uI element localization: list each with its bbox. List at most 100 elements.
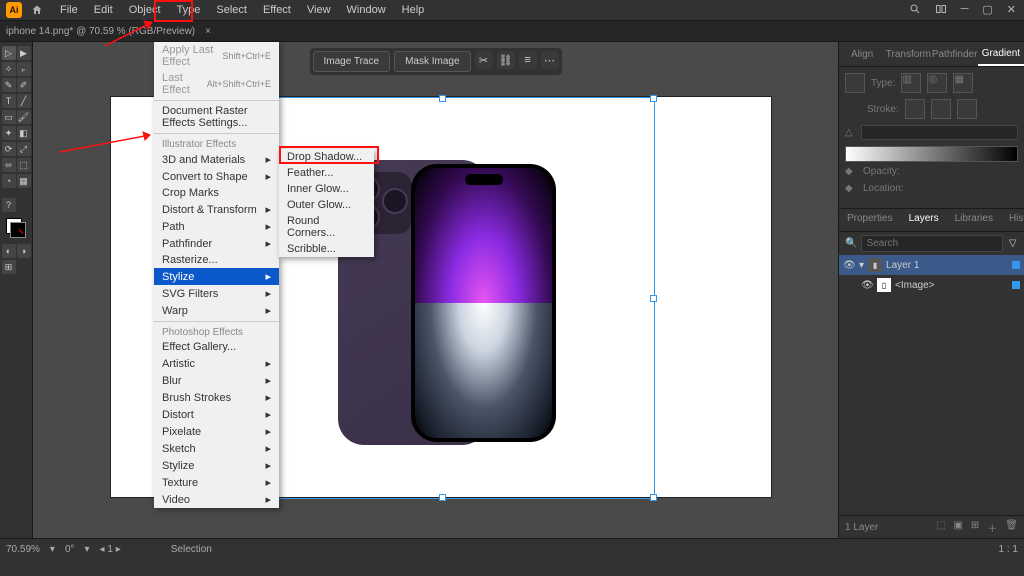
crop-icon[interactable]: ✂ <box>475 51 493 69</box>
layer-row-layer1[interactable]: 👁 ▾ ▮ Layer 1 <box>839 255 1024 275</box>
type-tool[interactable]: T <box>2 94 16 108</box>
radial-gradient-icon[interactable]: ◎ <box>927 73 947 93</box>
menu-path[interactable]: Path▸ <box>154 218 279 235</box>
screen-mode-icon[interactable]: ⊞ <box>2 260 16 274</box>
menu-effect[interactable]: Effect <box>255 1 299 19</box>
submenu-round-corners[interactable]: Round Corners... <box>279 213 374 241</box>
menu-texture[interactable]: Texture▸ <box>154 474 279 491</box>
stroke-grad-3[interactable] <box>957 99 977 119</box>
menu-svg-filters[interactable]: SVG Filters▸ <box>154 285 279 302</box>
tab-history[interactable]: History <box>1001 209 1024 231</box>
mask-image-button[interactable]: Mask Image <box>394 51 470 72</box>
document-tab-title[interactable]: iphone 14.png* @ 70.59 % (RGB/Preview) <box>6 26 195 37</box>
delete-layer-icon[interactable]: 🗑 <box>1005 520 1018 535</box>
menu-blur[interactable]: Blur▸ <box>154 372 279 389</box>
magic-wand-tool[interactable]: ✧ <box>2 62 16 76</box>
stroke-grad-2[interactable] <box>931 99 951 119</box>
gradient-swatch[interactable] <box>845 73 865 93</box>
linear-gradient-icon[interactable]: ▥ <box>901 73 921 93</box>
submenu-scribble[interactable]: Scribble... <box>279 241 374 257</box>
rectangle-tool[interactable]: ▭ <box>2 110 16 124</box>
tab-libraries[interactable]: Libraries <box>947 209 1001 231</box>
expand-icon[interactable]: ▾ <box>859 260 864 271</box>
menu-3d-materials[interactable]: 3D and Materials▸ <box>154 151 279 168</box>
search-icon[interactable] <box>909 3 921 18</box>
shape-builder-tool[interactable]: ◔ <box>2 174 16 188</box>
menu-edit[interactable]: Edit <box>86 1 121 19</box>
scale-tool[interactable]: ⤢ <box>17 142 31 156</box>
tab-properties[interactable]: Properties <box>839 209 901 231</box>
submenu-feather[interactable]: Feather... <box>279 165 374 181</box>
menu-ps-distort[interactable]: Distort▸ <box>154 406 279 423</box>
paintbrush-tool[interactable]: 🖌 <box>17 110 31 124</box>
visibility-icon[interactable]: 👁 <box>861 280 873 291</box>
menu-distort-transform[interactable]: Distort & Transform▸ <box>154 201 279 218</box>
menu-stylize[interactable]: Stylize▸ <box>154 268 279 285</box>
document-tab-close-icon[interactable]: × <box>205 26 211 37</box>
zoom-level[interactable]: 70.59% <box>6 544 40 555</box>
new-layer-icon[interactable]: ＋ <box>987 520 997 535</box>
menu-pixelate[interactable]: Pixelate▸ <box>154 423 279 440</box>
lasso-tool[interactable]: ⟔ <box>17 62 31 76</box>
menu-warp[interactable]: Warp▸ <box>154 302 279 319</box>
menu-type[interactable]: Type <box>169 1 209 19</box>
gradient-ramp[interactable] <box>845 146 1018 162</box>
layer-name[interactable]: <Image> <box>895 280 934 291</box>
tab-layers[interactable]: Layers <box>901 209 947 231</box>
menu-ps-stylize[interactable]: Stylize▸ <box>154 457 279 474</box>
tab-transform[interactable]: Transform <box>885 42 931 66</box>
menu-pathfinder[interactable]: Pathfinder▸ <box>154 235 279 252</box>
stroke-grad-1[interactable] <box>905 99 925 119</box>
curvature-tool[interactable]: ✐ <box>17 78 31 92</box>
menu-file[interactable]: File <box>52 1 86 19</box>
minimize-icon[interactable]: ─ <box>961 3 969 18</box>
more-icon[interactable]: ⋯ <box>541 51 559 69</box>
layers-search-input[interactable] <box>861 235 1003 252</box>
menu-artistic[interactable]: Artistic▸ <box>154 355 279 372</box>
tab-align[interactable]: Align <box>839 42 885 66</box>
selection-tool[interactable]: ▷ <box>2 46 16 60</box>
submenu-drop-shadow[interactable]: Drop Shadow... <box>279 149 374 165</box>
menu-window[interactable]: Window <box>339 1 394 19</box>
menu-rasterize[interactable]: Rasterize... <box>154 252 279 268</box>
locate-icon[interactable]: ⬚ <box>936 520 945 535</box>
direct-selection-tool[interactable]: ▶ <box>17 46 31 60</box>
width-tool[interactable]: ⬄ <box>2 158 16 172</box>
menu-crop-marks[interactable]: Crop Marks <box>154 185 279 201</box>
layer-name[interactable]: Layer 1 <box>886 260 919 271</box>
submenu-outer-glow[interactable]: Outer Glow... <box>279 197 374 213</box>
clip-icon[interactable]: ▣ <box>953 520 962 535</box>
rotate-tool[interactable]: ⟳ <box>2 142 16 156</box>
menu-doc-raster[interactable]: Document Raster Effects Settings... <box>154 103 279 131</box>
help-tool[interactable]: ? <box>2 198 16 212</box>
perspective-tool[interactable]: ▦ <box>17 174 31 188</box>
pen-tool[interactable]: ✎ <box>2 78 16 92</box>
shaper-tool[interactable]: ✦ <box>2 126 16 140</box>
menu-effect-gallery[interactable]: Effect Gallery... <box>154 339 279 355</box>
align-icon[interactable]: ≡ <box>519 51 537 69</box>
draw-mode-icon[interactable]: ◑ <box>17 244 31 258</box>
menu-help[interactable]: Help <box>394 1 433 19</box>
submenu-inner-glow[interactable]: Inner Glow... <box>279 181 374 197</box>
free-transform-tool[interactable]: ⬚ <box>17 158 31 172</box>
link-icon[interactable]: ⛓ <box>497 51 515 69</box>
menu-sketch[interactable]: Sketch▸ <box>154 440 279 457</box>
rotate-level[interactable]: 0° <box>65 544 75 555</box>
color-mode-icon[interactable]: ◐ <box>2 244 16 258</box>
artboard-nav[interactable]: 1 <box>107 544 113 555</box>
eraser-tool[interactable]: ◧ <box>17 126 31 140</box>
freeform-gradient-icon[interactable]: ▦ <box>953 73 973 93</box>
layer-row-image[interactable]: 👁 ▯ <Image> <box>839 275 1024 295</box>
fill-stroke-swatch[interactable] <box>6 218 26 238</box>
line-tool[interactable]: ╱ <box>17 94 31 108</box>
menu-video[interactable]: Video▸ <box>154 491 279 508</box>
close-icon[interactable]: ✕ <box>1007 3 1016 18</box>
menu-brush-strokes[interactable]: Brush Strokes▸ <box>154 389 279 406</box>
menu-view[interactable]: View <box>299 1 339 19</box>
maximize-icon[interactable]: ▢ <box>982 3 992 18</box>
new-sublayer-icon[interactable]: ⊞ <box>971 520 979 535</box>
tab-gradient[interactable]: Gradient <box>978 42 1024 66</box>
tab-pathfinder[interactable]: Pathfinder <box>932 42 978 66</box>
image-trace-button[interactable]: Image Trace <box>312 51 390 72</box>
menu-object[interactable]: Object <box>121 1 169 19</box>
